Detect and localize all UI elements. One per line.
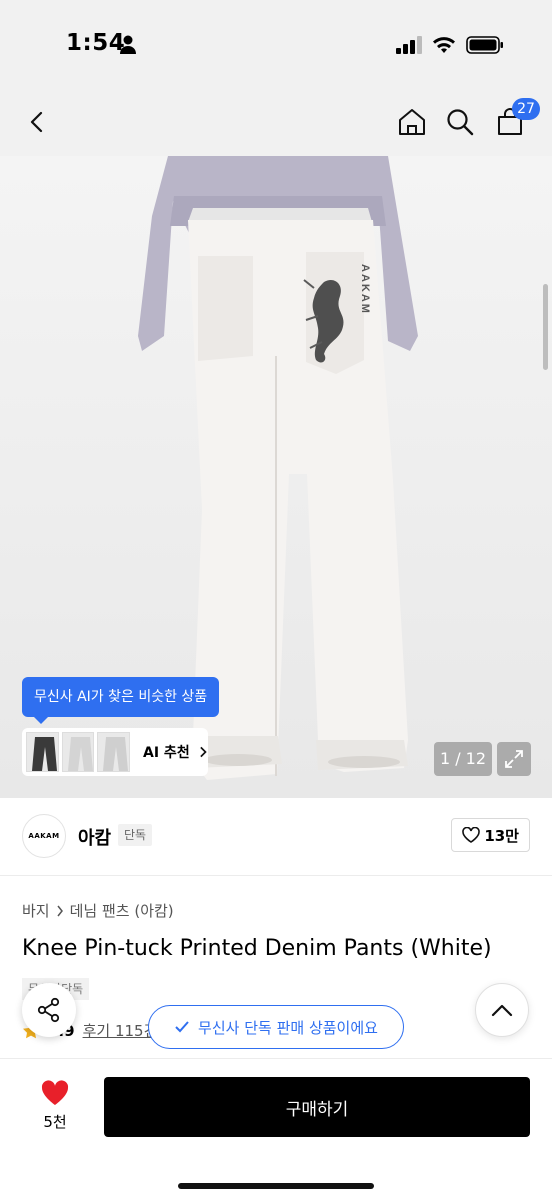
ai-thumbnail-1 [26,732,59,772]
wishlist-button[interactable]: 5천 [22,1079,88,1141]
wifi-icon [433,37,455,53]
heart-outline-icon [462,827,481,843]
check-icon [175,1021,189,1033]
chevron-up-icon [491,1004,513,1017]
breadcrumb-item[interactable]: 바지 [22,900,50,921]
image-counter: 1 / 12 [434,742,492,776]
search-button[interactable] [440,102,480,142]
expand-icon [505,750,523,768]
ai-thumbnail-3 [97,732,131,772]
brand-like-button[interactable]: 13만 [451,818,530,852]
chevron-right-icon [199,746,207,758]
ai-thumbnail-2 [61,732,95,772]
signal-icon [396,36,422,54]
brand-row: AAKAM 아캄 단독 13만 [0,798,552,876]
breadcrumb: 바지 데님 팬츠 (아캄) [22,900,174,921]
status-icons [396,36,504,54]
share-icon [37,997,60,1023]
cart-button[interactable]: 27 [490,98,540,142]
ai-recommend-label: AI 추천 [143,745,190,761]
print-text: AAKAM [359,264,371,315]
share-button[interactable] [22,983,76,1037]
exclusive-toast-text: 무신사 단독 판매 상품이에요 [198,1018,378,1037]
review-link[interactable]: 후기 115건 [83,1020,158,1041]
back-button[interactable] [18,102,58,142]
wishlist-count: 5천 [43,1113,67,1131]
heart-icon [41,1080,69,1105]
brand-like-count: 13만 [484,826,519,845]
brand-name[interactable]: 아캄 [78,824,111,850]
breadcrumb-item[interactable]: 데님 팬츠 (아캄) [70,900,174,921]
brand-logo-text: AAKAM [28,832,60,840]
buy-button[interactable]: 구매하기 [104,1077,530,1137]
search-icon [447,109,474,136]
ai-recommend-button[interactable]: AI 추천 [22,728,208,776]
chevron-right-icon [57,905,63,916]
product-title: Knee Pin-tuck Printed Denim Pants (White… [22,936,492,961]
home-button[interactable] [392,102,432,142]
cart-count-badge: 27 [512,98,540,120]
home-icon [399,109,425,135]
scroll-top-button[interactable] [475,983,529,1037]
exclusive-toast: 무신사 단독 판매 상품이에요 [148,1005,404,1049]
person-icon [120,35,136,54]
scroll-indicator [543,284,548,370]
brand-exclusive-tag: 단독 [118,824,153,846]
status-time: 1:54 [66,30,126,56]
ai-tooltip: 무신사 AI가 찾은 비슷한 상품 [22,677,220,724]
top-nav: 27 [0,88,552,156]
battery-icon [466,36,503,54]
expand-button[interactable] [497,742,531,776]
brand-logo[interactable]: AAKAM [22,814,66,858]
home-indicator [178,1183,374,1189]
status-bar: 1:54 [0,0,552,88]
bottom-action-bar: 5천 구매하기 [0,1058,552,1200]
chevron-left-icon [30,111,43,133]
